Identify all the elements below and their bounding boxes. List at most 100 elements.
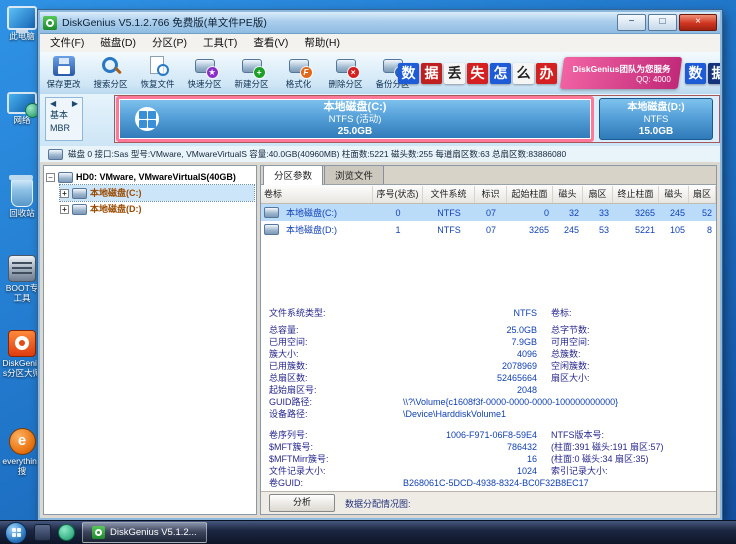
ad-tile[interactable]: 么 — [513, 63, 534, 84]
partition-name: 本地磁盘(C:) — [324, 101, 387, 114]
delete-partition-icon: × — [335, 56, 357, 76]
diskgenius-app-icon — [43, 16, 57, 30]
close-button[interactable]: × — [679, 14, 717, 31]
detail-value: \Device\HarddiskVolume1 — [369, 409, 708, 420]
desktop-icon-this-pc[interactable]: 此电脑 — [1, 6, 43, 42]
partition-block-c[interactable]: 本地磁盘(C:) NTFS (活动) 25.0GB — [116, 96, 594, 142]
format-icon: F — [288, 56, 310, 76]
menu-disk[interactable]: 磁盘(D) — [92, 34, 144, 52]
desktop-icon-everything[interactable]: e everything搜 — [1, 428, 43, 476]
menu-help[interactable]: 帮助(H) — [296, 34, 348, 52]
detail-label: 已用簇数: — [269, 361, 369, 372]
toolbar-save-changes[interactable]: 保存更改 — [40, 52, 87, 94]
toolbar-delete-partition[interactable]: × 删除分区 — [322, 52, 369, 94]
tab-strip: 分区参数 浏览文件 — [261, 166, 716, 185]
tab-partition-params[interactable]: 分区参数 — [263, 165, 323, 185]
detail-label: 卷序列号: — [269, 430, 369, 441]
desktop-icon-label: DiskGenius分区大师 — [2, 359, 42, 378]
quick-launch-icon-1[interactable] — [34, 524, 51, 541]
maximize-button[interactable]: □ — [648, 14, 677, 31]
table-row-c[interactable]: 本地磁盘(C:) 0 NTFS 07 0 32 33 3265 245 52 — [261, 204, 716, 221]
detail-value: 1006-F971-06F8-59E4 — [369, 430, 537, 441]
detail-label-2: (柱面:391 磁头:191 扇区:57) — [537, 442, 708, 453]
ad-tile[interactable]: 办 — [536, 63, 557, 84]
partition-icon — [72, 188, 87, 199]
tree-item-disk-c[interactable]: + 本地磁盘(C:) — [60, 185, 254, 201]
toolbar-recover-files[interactable]: 恢复文件 — [134, 52, 181, 94]
detail-label-2: 总簇数: — [537, 349, 708, 360]
cell-start-cylinder: 3265 — [507, 225, 553, 235]
menu-view[interactable]: 查看(V) — [245, 34, 296, 52]
col-filesystem: 文件系统 — [423, 186, 475, 203]
window-title: DiskGenius V5.1.2.766 免费版(单文件PE版) — [62, 15, 615, 30]
cell-end-cylinder: 5221 — [613, 225, 659, 235]
desktop-icon-label: everything搜 — [2, 457, 42, 476]
ad-tile[interactable]: 怎 — [490, 63, 511, 84]
partition-icon — [264, 224, 279, 235]
menu-file[interactable]: 文件(F) — [42, 34, 92, 52]
partition-params-view: 卷标 序号(状态) 文件系统 标识 起始柱面 磁头 扇区 终止柱面 磁头 扇区 … — [261, 185, 716, 514]
cell-volume: 本地磁盘(D:) — [282, 223, 341, 236]
start-button[interactable] — [5, 522, 27, 544]
partition-filesystem: NTFS — [627, 114, 684, 126]
tree-item-label: 本地磁盘(D:) — [90, 201, 142, 217]
ad-banner-title: DiskGenius团队为您服务 — [563, 63, 681, 75]
tree-item-disk-d[interactable]: + 本地磁盘(D:) — [60, 201, 254, 217]
desktop-icon-label: 此电脑 — [9, 32, 35, 42]
hard-disk-icon — [48, 149, 63, 160]
detail-row: 已用簇数:2078969空闲簇数: — [269, 361, 708, 372]
expand-toggle-icon[interactable]: + — [60, 189, 69, 198]
search-partition-icon — [100, 56, 122, 76]
detail-label-2: NTFS版本号: — [537, 430, 708, 441]
toolbar-format[interactable]: F 格式化 — [275, 52, 322, 94]
title-bar[interactable]: DiskGenius V5.1.2.766 免费版(单文件PE版) − □ × — [40, 12, 720, 34]
table-row-d[interactable]: 本地磁盘(D:) 1 NTFS 07 3265 245 53 5221 105 … — [261, 221, 716, 238]
desktop-icon-recycle-bin[interactable]: 回收站 — [1, 178, 43, 219]
table-header: 卷标 序号(状态) 文件系统 标识 起始柱面 磁头 扇区 终止柱面 磁头 扇区 — [261, 185, 716, 204]
collapse-toggle-icon[interactable]: − — [46, 173, 55, 182]
desktop: 此电脑 网络 回收站 BOOT专工具 DiskGenius分区大师 e ever… — [0, 0, 736, 544]
detail-value: B268061C-5DCD-4938-8324-BC0F32B8EC17 — [369, 478, 708, 489]
menu-partition[interactable]: 分区(P) — [144, 34, 195, 52]
toolbar-quick-partition[interactable]: ★ 快速分区 — [181, 52, 228, 94]
menu-tools[interactable]: 工具(T) — [195, 34, 245, 52]
partition-block-d[interactable]: 本地磁盘(D:) NTFS 15.0GB — [599, 98, 713, 140]
ad-tile[interactable]: 丢 — [444, 63, 465, 84]
taskbar-app-diskgenius[interactable]: DiskGenius V5.1.2... — [82, 522, 207, 543]
minimize-button[interactable]: − — [617, 14, 646, 31]
analyze-button[interactable]: 分析 — [269, 494, 335, 512]
disk-nav-panel: ◀ ▶ 基本 MBR — [45, 97, 83, 141]
desktop-icon-label: 回收站 — [9, 209, 35, 219]
detail-label-2: 可用空间: — [537, 337, 708, 348]
cell-sector2: 8 — [689, 225, 716, 235]
ad-tile[interactable]: 据 — [421, 63, 442, 84]
tab-browse-files[interactable]: 浏览文件 — [324, 165, 384, 184]
expand-toggle-icon[interactable]: + — [60, 205, 69, 214]
toolbar-search-partition[interactable]: 搜索分区 — [87, 52, 134, 94]
tree-root-disk[interactable]: − HD0: VMware, VMwareVirtualS(40GB) — [46, 169, 254, 185]
desktop-icon-diskgenius[interactable]: DiskGenius分区大师 — [1, 330, 43, 378]
ad-tile[interactable]: 数 — [685, 63, 706, 84]
cell-filesystem: NTFS — [423, 225, 475, 235]
toolbar-label: 快速分区 — [187, 78, 221, 90]
detail-row: GUID路径:\\?\Volume{c1608f3f-0000-0000-000… — [269, 397, 708, 408]
disk-nav-prev-button[interactable]: ◀ — [50, 99, 56, 108]
cell-head: 32 — [553, 208, 583, 218]
ad-tile[interactable]: 失 — [467, 63, 488, 84]
toolbar-label: 格式化 — [286, 78, 312, 90]
quick-launch-icon-2[interactable] — [58, 524, 75, 541]
detail-label: 总扇区数: — [269, 373, 369, 384]
detail-label: 簇大小: — [269, 349, 369, 360]
detail-row: 卷GUID:B268061C-5DCD-4938-8324-BC0F32B8EC… — [269, 478, 708, 489]
windows-logo-icon — [135, 107, 159, 131]
desktop-icon-network[interactable]: 网络 — [1, 92, 43, 126]
diskgenius-icon — [8, 330, 36, 357]
ad-banner-team[interactable]: DiskGenius团队为您服务 QQ: 4000 — [560, 57, 682, 89]
disk-nav-next-button[interactable]: ▶ — [72, 99, 78, 108]
panel-footer: 分析 数据分配情况图: — [261, 491, 716, 514]
toolbar-new-partition[interactable]: + 新建分区 — [228, 52, 275, 94]
ad-tile[interactable]: 数 — [398, 63, 419, 84]
detail-value: 2078969 — [369, 361, 537, 372]
desktop-icon-boot-tool[interactable]: BOOT专工具 — [1, 255, 43, 303]
ad-tile[interactable]: 据 — [708, 63, 720, 84]
